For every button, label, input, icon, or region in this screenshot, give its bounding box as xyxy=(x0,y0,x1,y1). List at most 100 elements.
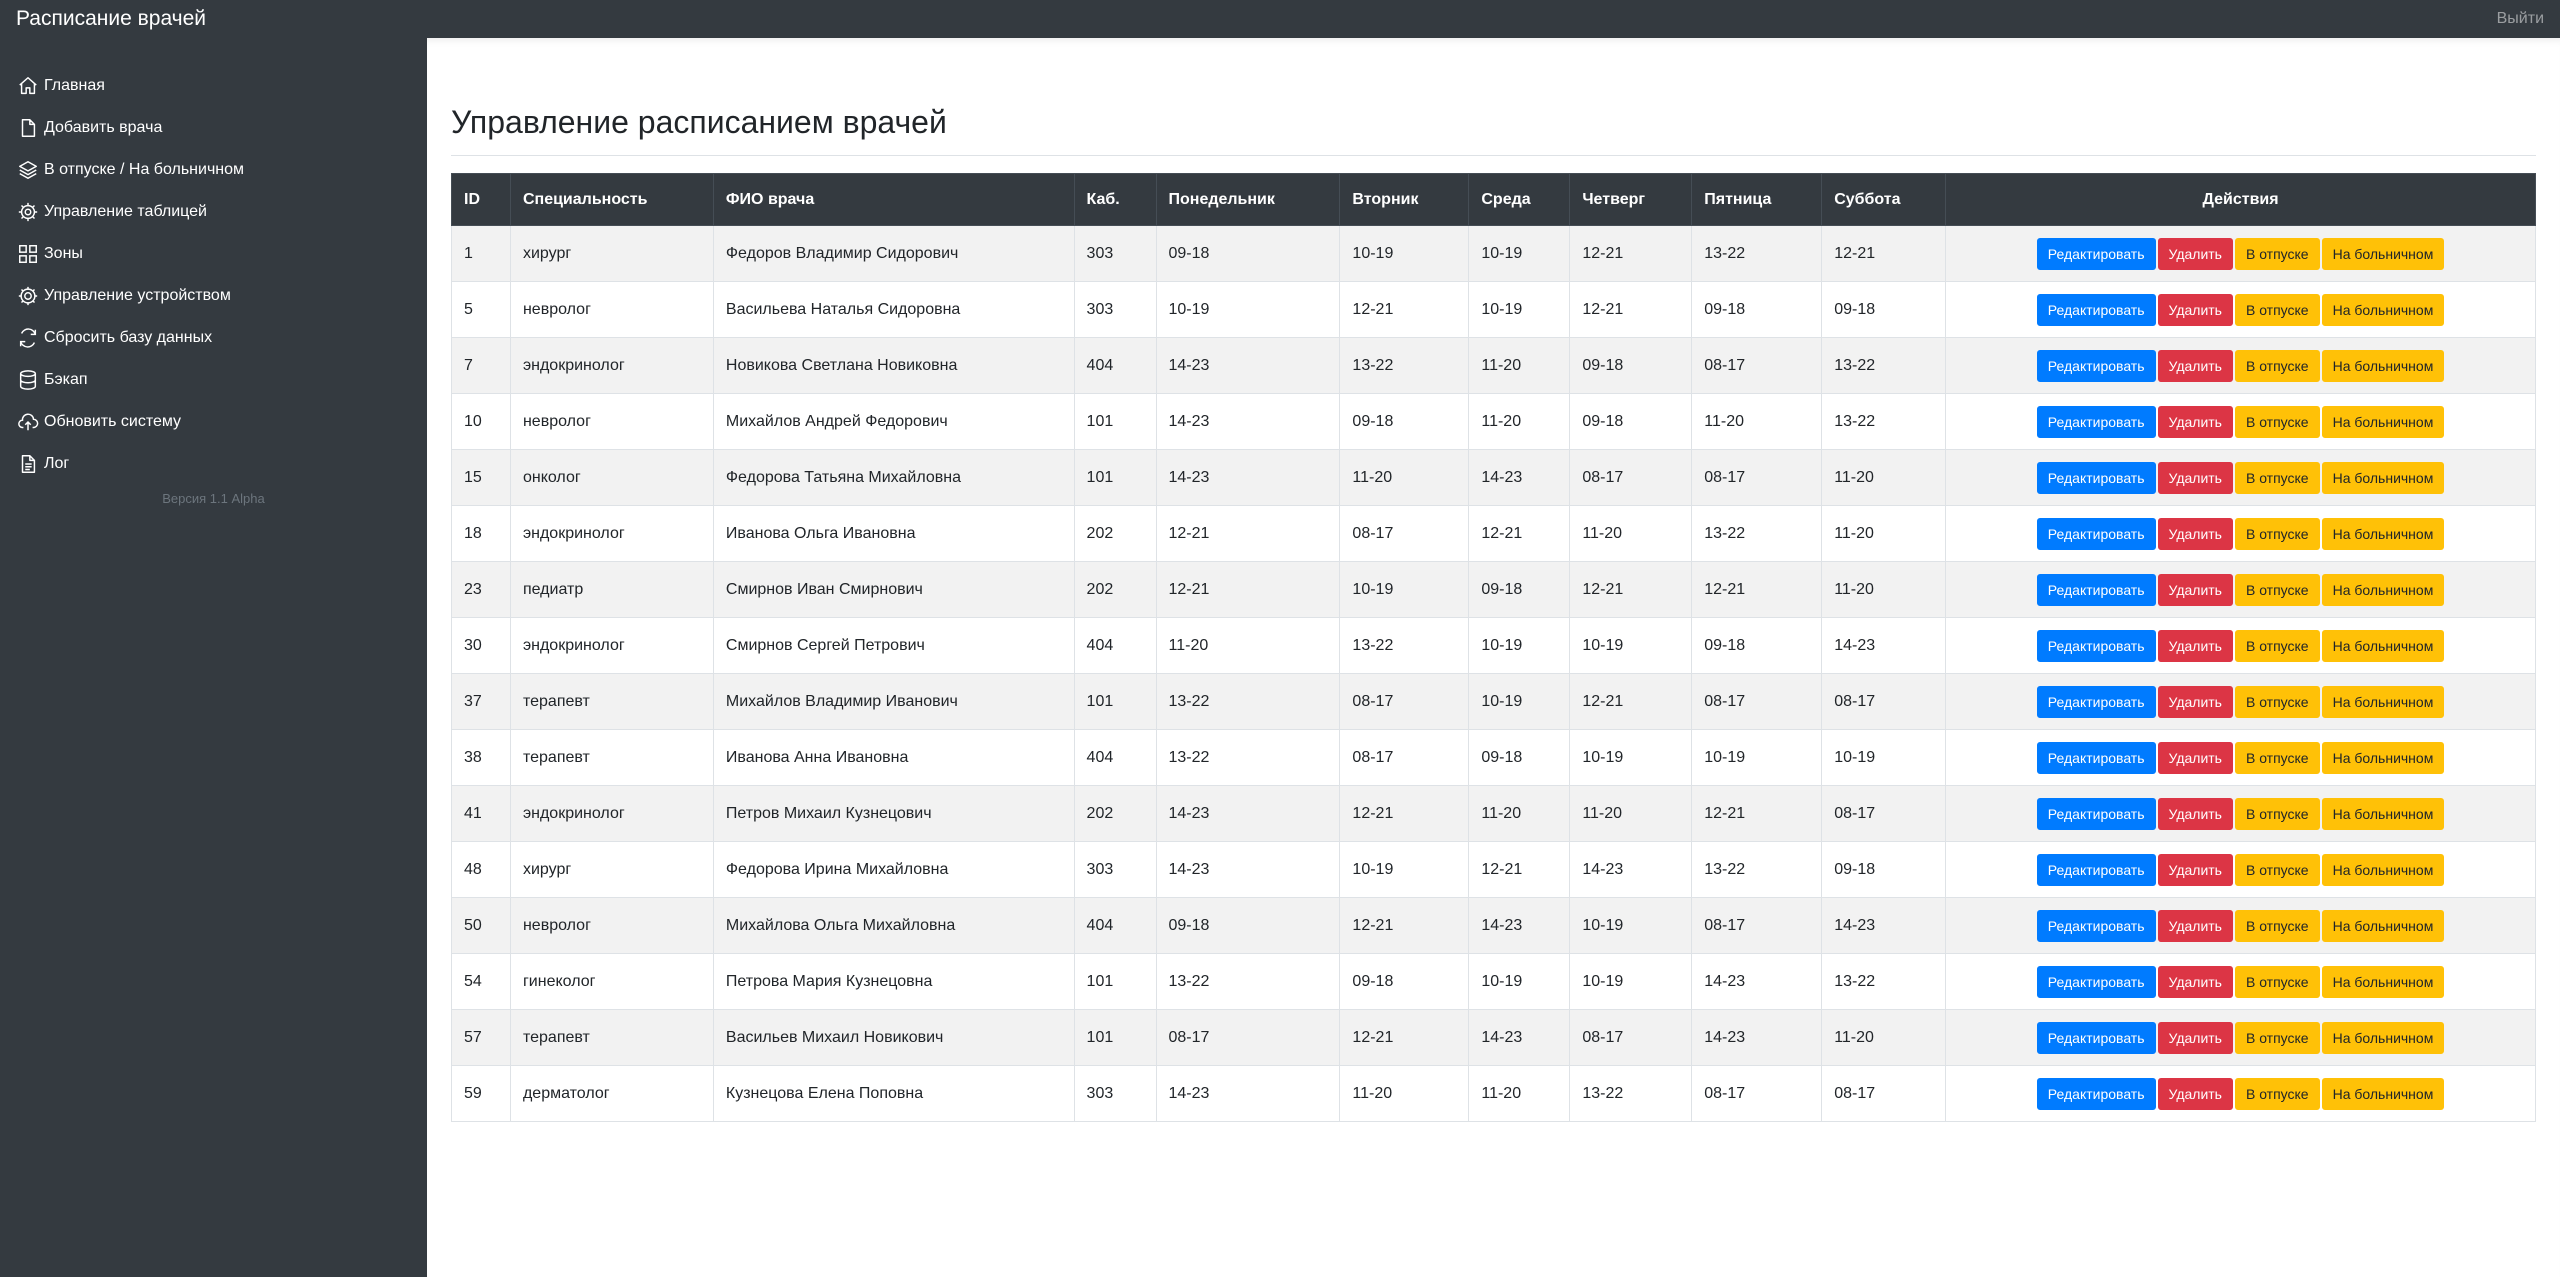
edit-button[interactable]: Редактировать xyxy=(2036,237,2156,270)
sidebar-item-8[interactable]: Бэкап xyxy=(0,359,427,401)
edit-button[interactable]: Редактировать xyxy=(2036,797,2156,830)
table-row: 18 эндокринолог Иванова Ольга Ивановна 202 1… xyxy=(451,505,2536,562)
main-content: Управление расписанием врачей ID Специаль… xyxy=(427,38,2560,1277)
vacation-button[interactable]: В отпуске xyxy=(2234,909,2320,942)
sick-leave-button[interactable]: На больничном xyxy=(2321,573,2445,606)
sidebar-item-6[interactable]: Управление устройством xyxy=(0,275,427,317)
delete-button[interactable]: Удалить xyxy=(2157,741,2233,774)
sidebar-item-10[interactable]: Лог xyxy=(0,443,427,485)
vacation-button[interactable]: В отпуске xyxy=(2234,293,2320,326)
delete-button[interactable]: Удалить xyxy=(2157,853,2233,886)
table-cell: 38 xyxy=(451,729,511,786)
table-cell: 101 xyxy=(1073,953,1157,1010)
vacation-button[interactable]: В отпуске xyxy=(2234,461,2320,494)
vacation-button[interactable]: В отпуске xyxy=(2234,237,2320,270)
sick-leave-button[interactable]: На больничном xyxy=(2321,405,2445,438)
sidebar-item-2[interactable]: Добавить врача xyxy=(0,107,427,149)
delete-button[interactable]: Удалить xyxy=(2157,293,2233,326)
vacation-button[interactable]: В отпуске xyxy=(2234,1077,2320,1110)
sidebar-item-5[interactable]: Зоны xyxy=(0,233,427,275)
sidebar-item-4[interactable]: Управление таблицей xyxy=(0,191,427,233)
delete-button[interactable]: Удалить xyxy=(2157,461,2233,494)
sick-leave-button[interactable]: На больничном xyxy=(2321,349,2445,382)
delete-button[interactable]: Удалить xyxy=(2157,573,2233,606)
table-cell: эндокринолог xyxy=(509,337,714,394)
vacation-button[interactable]: В отпуске xyxy=(2234,517,2320,550)
table-row: 30 эндокринолог Смирнов Сергей Петрович 404… xyxy=(451,617,2536,674)
sick-leave-button[interactable]: На больничном xyxy=(2321,461,2445,494)
sick-leave-button[interactable]: На больничном xyxy=(2321,629,2445,662)
vacation-button[interactable]: В отпуске xyxy=(2234,629,2320,662)
delete-button[interactable]: Удалить xyxy=(2157,237,2233,270)
table-cell: 12-21 xyxy=(1155,505,1341,562)
edit-button[interactable]: Редактировать xyxy=(2036,853,2156,886)
edit-button[interactable]: Редактировать xyxy=(2036,965,2156,998)
vacation-button[interactable]: В отпуске xyxy=(2234,573,2320,606)
sick-leave-button[interactable]: На больничном xyxy=(2321,853,2445,886)
home-icon xyxy=(17,75,39,97)
delete-button[interactable]: Удалить xyxy=(2157,405,2233,438)
sick-leave-button[interactable]: На больничном xyxy=(2321,909,2445,942)
app-title[interactable]: Расписание врачей xyxy=(16,6,206,32)
edit-button[interactable]: Редактировать xyxy=(2036,909,2156,942)
sick-leave-button[interactable]: На больничном xyxy=(2321,517,2445,550)
delete-button[interactable]: Удалить xyxy=(2157,1077,2233,1110)
vacation-button[interactable]: В отпуске xyxy=(2234,1021,2320,1054)
table-cell: 09-18 xyxy=(1339,953,1470,1010)
sick-leave-button[interactable]: На больничном xyxy=(2321,797,2445,830)
table-cell: 13-22 xyxy=(1339,617,1470,674)
vacation-button[interactable]: В отпуске xyxy=(2234,965,2320,998)
row-actions: Редактировать Удалить В отпуске На больничн… xyxy=(1945,1065,2536,1122)
table-row: 57 терапевт Васильев Михаил Новикович 101 08… xyxy=(451,1009,2536,1066)
vacation-button[interactable]: В отпуске xyxy=(2234,405,2320,438)
delete-button[interactable]: Удалить xyxy=(2157,629,2233,662)
sick-leave-button[interactable]: На больничном xyxy=(2321,237,2445,270)
edit-button[interactable]: Редактировать xyxy=(2036,517,2156,550)
delete-button[interactable]: Удалить xyxy=(2157,685,2233,718)
edit-button[interactable]: Редактировать xyxy=(2036,405,2156,438)
vacation-button[interactable]: В отпуске xyxy=(2234,349,2320,382)
vacation-button[interactable]: В отпуске xyxy=(2234,685,2320,718)
sick-leave-button[interactable]: На больничном xyxy=(2321,741,2445,774)
delete-button[interactable]: Удалить xyxy=(2157,1021,2233,1054)
sidebar-item-1[interactable]: Главная xyxy=(0,65,427,107)
edit-button[interactable]: Редактировать xyxy=(2036,573,2156,606)
delete-button[interactable]: Удалить xyxy=(2157,909,2233,942)
delete-button[interactable]: Удалить xyxy=(2157,349,2233,382)
table-cell: 10-19 xyxy=(1339,225,1470,282)
table-cell: 14-23 xyxy=(1155,337,1341,394)
layers-icon xyxy=(17,159,39,181)
table-cell: 12-21 xyxy=(1569,281,1693,338)
sidebar-item-7[interactable]: Сбросить базу данных xyxy=(0,317,427,359)
vacation-button[interactable]: В отпуске xyxy=(2234,853,2320,886)
sidebar-item-label: Лог xyxy=(44,455,70,472)
edit-button[interactable]: Редактировать xyxy=(2036,461,2156,494)
logout-link[interactable]: Выйти xyxy=(2497,9,2544,29)
edit-button[interactable]: Редактировать xyxy=(2036,293,2156,326)
sick-leave-button[interactable]: На больничном xyxy=(2321,293,2445,326)
table-cell: 08-17 xyxy=(1691,1065,1823,1122)
vacation-button[interactable]: В отпуске xyxy=(2234,797,2320,830)
sidebar-item-9[interactable]: Обновить систему xyxy=(0,401,427,443)
sick-leave-button[interactable]: На больничном xyxy=(2321,685,2445,718)
edit-button[interactable]: Редактировать xyxy=(2036,1021,2156,1054)
sick-leave-button[interactable]: На больничном xyxy=(2321,965,2445,998)
edit-button[interactable]: Редактировать xyxy=(2036,629,2156,662)
document-icon xyxy=(17,453,39,475)
table-cell: педиатр xyxy=(509,561,714,618)
vacation-button[interactable]: В отпуске xyxy=(2234,741,2320,774)
delete-button[interactable]: Удалить xyxy=(2157,517,2233,550)
sidebar-item-3[interactable]: В отпуске / На больничном xyxy=(0,149,427,191)
table-cell: 10-19 xyxy=(1468,617,1571,674)
delete-button[interactable]: Удалить xyxy=(2157,797,2233,830)
table-cell: 404 xyxy=(1073,617,1157,674)
edit-button[interactable]: Редактировать xyxy=(2036,349,2156,382)
table-cell: 13-22 xyxy=(1691,505,1823,562)
sick-leave-button[interactable]: На больничном xyxy=(2321,1077,2445,1110)
edit-button[interactable]: Редактировать xyxy=(2036,685,2156,718)
sick-leave-button[interactable]: На больничном xyxy=(2321,1021,2445,1054)
table-cell: хирург xyxy=(509,841,714,898)
edit-button[interactable]: Редактировать xyxy=(2036,741,2156,774)
edit-button[interactable]: Редактировать xyxy=(2036,1077,2156,1110)
delete-button[interactable]: Удалить xyxy=(2157,965,2233,998)
